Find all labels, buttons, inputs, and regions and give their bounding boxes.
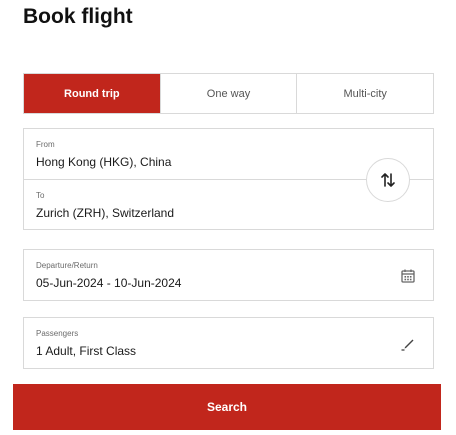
search-button[interactable]: Search xyxy=(13,384,441,430)
swap-vertical-icon xyxy=(381,173,395,187)
dates-label: Departure/Return xyxy=(36,261,98,270)
page-title: Book flight xyxy=(23,5,133,28)
passengers-value: 1 Adult, First Class xyxy=(36,344,137,358)
tab-multi-city[interactable]: Multi-city xyxy=(296,74,434,113)
dates-value: 05-Jun-2024 - 10-Jun-2024 xyxy=(36,276,182,290)
from-label: From xyxy=(36,140,55,149)
to-label: To xyxy=(36,191,45,200)
passengers-label: Passengers xyxy=(36,329,79,338)
dates-field[interactable]: Departure/Return 05-Jun-2024 - 10-Jun-20… xyxy=(23,249,434,301)
from-value: Hong Kong (HKG), China xyxy=(36,155,172,169)
passengers-field[interactable]: Passengers 1 Adult, First Class xyxy=(23,317,434,369)
calendar-icon[interactable] xyxy=(400,268,416,284)
trip-type-tabs: Round trip One way Multi-city xyxy=(23,73,434,114)
tab-one-way[interactable]: One way xyxy=(159,74,297,113)
tab-round-trip[interactable]: Round trip xyxy=(24,74,160,113)
to-value: Zurich (ZRH), Switzerland xyxy=(36,206,175,220)
swap-airports-button[interactable] xyxy=(366,158,410,202)
pencil-icon[interactable] xyxy=(400,336,416,352)
